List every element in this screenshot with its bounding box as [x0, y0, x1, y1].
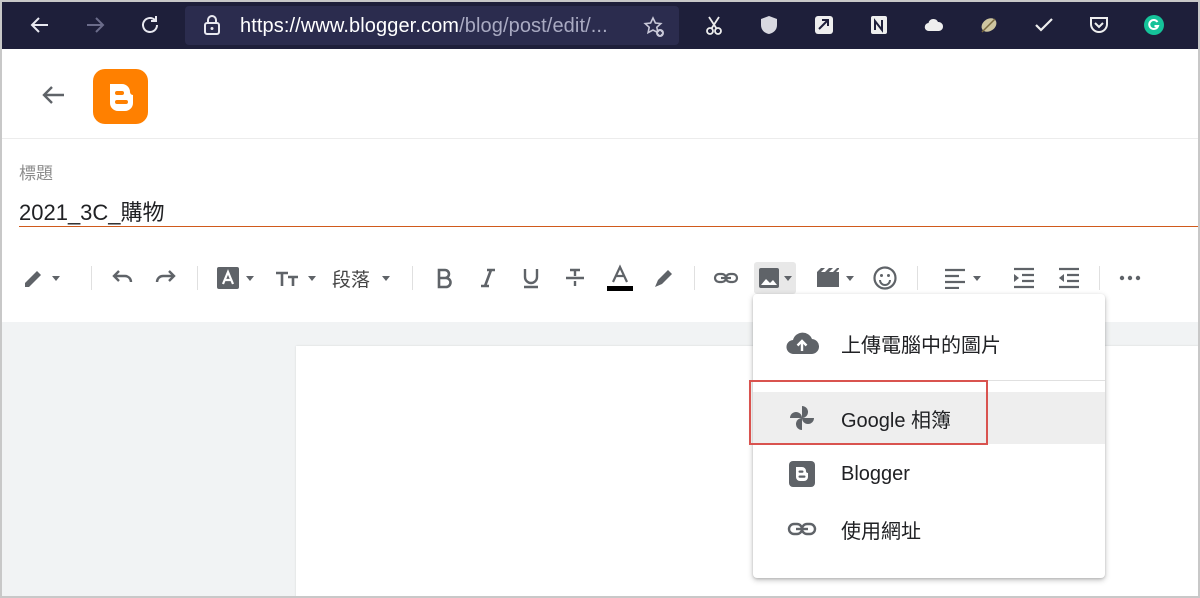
- toolbar-divider: [412, 266, 413, 290]
- browser-toolbar: https://www.blogger.com/blog/post/edit/.…: [2, 2, 1198, 49]
- annotation-highlight-box: [749, 380, 988, 445]
- toolbar-divider: [91, 266, 92, 290]
- strikethrough-button[interactable]: [564, 252, 586, 304]
- url-host: https://www.blogger.com: [240, 15, 460, 37]
- toolbar-divider: [197, 266, 198, 290]
- text-color-button[interactable]: [607, 252, 633, 304]
- toolbar-divider: [1099, 266, 1100, 290]
- menu-item-label: 上傳電腦中的圖片: [841, 334, 1001, 357]
- highlighter-icon: [655, 270, 672, 287]
- back-arrow-icon[interactable]: [38, 79, 70, 111]
- font-size-button[interactable]: [274, 252, 316, 304]
- url-path: /blog/post/edit/...: [459, 15, 608, 37]
- link-icon: [713, 272, 739, 284]
- compose-mode-button[interactable]: [22, 252, 60, 304]
- bold-button[interactable]: [435, 252, 453, 304]
- reload-icon: [142, 16, 158, 33]
- more-horizontal-icon: [1119, 275, 1141, 281]
- indent-icon: [1014, 267, 1034, 289]
- shield-extension-icon[interactable]: [757, 13, 781, 37]
- screenshot-frame: https://www.blogger.com/blog/post/edit/.…: [0, 0, 1200, 598]
- highlight-color-button[interactable]: [652, 252, 676, 304]
- notion-extension-icon[interactable]: [867, 13, 891, 37]
- address-bar[interactable]: https://www.blogger.com/blog/post/edit/.…: [185, 6, 679, 45]
- cloud-upload-icon: [785, 326, 819, 360]
- url-text: https://www.blogger.com/blog/post/edit/.…: [240, 15, 608, 38]
- blogger-logo: [93, 69, 148, 124]
- insert-link-button[interactable]: [713, 252, 739, 304]
- underline-button[interactable]: [521, 252, 541, 304]
- browser-forward-button[interactable]: [80, 10, 110, 40]
- bold-icon: [437, 268, 452, 289]
- underline-icon: [523, 269, 539, 289]
- blogger-logo-icon: [109, 83, 133, 111]
- link-icon: [785, 512, 819, 546]
- paragraph-style-button[interactable]: 段落: [332, 252, 391, 304]
- arrow-right-icon: [87, 17, 105, 33]
- blogger-icon: [785, 457, 819, 491]
- strikethrough-icon: [566, 268, 584, 286]
- lock-icon: [204, 15, 220, 35]
- post-title-input[interactable]: 2021_3C_購物: [19, 195, 165, 227]
- checkmark-extension-icon[interactable]: [1032, 13, 1056, 37]
- insert-image-button[interactable]: [754, 262, 796, 294]
- font-icon: [217, 267, 239, 289]
- more-options-button[interactable]: [1118, 252, 1142, 304]
- toolbar-divider: [694, 266, 695, 290]
- grammarly-extension-icon[interactable]: [1142, 13, 1166, 37]
- outdent-icon: [1059, 267, 1079, 289]
- menu-item-blogger[interactable]: Blogger: [753, 448, 1105, 500]
- redo-icon: [155, 270, 176, 283]
- leaf-extension-icon[interactable]: [977, 13, 1001, 37]
- send-extension-icon[interactable]: [812, 13, 836, 37]
- title-underline: [19, 226, 1198, 227]
- menu-item-label: 使用網址: [841, 520, 921, 543]
- image-icon: [759, 268, 779, 288]
- pencil-icon: [25, 271, 41, 287]
- toolbar-divider: [917, 266, 918, 290]
- emoji-icon: [873, 266, 897, 290]
- menu-item-by-url[interactable]: 使用網址: [753, 503, 1105, 555]
- redo-button[interactable]: [153, 252, 179, 304]
- paragraph-style-label: 段落: [332, 269, 371, 291]
- bookmark-star-icon[interactable]: [642, 15, 666, 39]
- menu-item-upload-from-computer[interactable]: 上傳電腦中的圖片: [753, 317, 1105, 369]
- font-button[interactable]: [216, 252, 254, 304]
- text-size-icon: [276, 271, 298, 286]
- arrow-left-icon: [30, 17, 48, 33]
- pocket-extension-icon[interactable]: [1087, 13, 1111, 37]
- app-header: [2, 49, 1198, 139]
- video-icon: [817, 268, 839, 287]
- undo-button[interactable]: [109, 252, 135, 304]
- italic-icon: [481, 268, 495, 288]
- scissors-extension-icon[interactable]: [702, 13, 726, 37]
- browser-back-button[interactable]: [25, 10, 55, 40]
- browser-reload-button[interactable]: [135, 10, 165, 40]
- italic-button[interactable]: [479, 252, 497, 304]
- post-title-label: 標題: [19, 164, 53, 183]
- undo-icon: [112, 270, 133, 283]
- text-color-icon: [607, 264, 633, 291]
- align-left-icon: [945, 268, 965, 289]
- menu-item-label: Blogger: [841, 462, 910, 485]
- cloud-extension-icon[interactable]: [922, 13, 946, 37]
